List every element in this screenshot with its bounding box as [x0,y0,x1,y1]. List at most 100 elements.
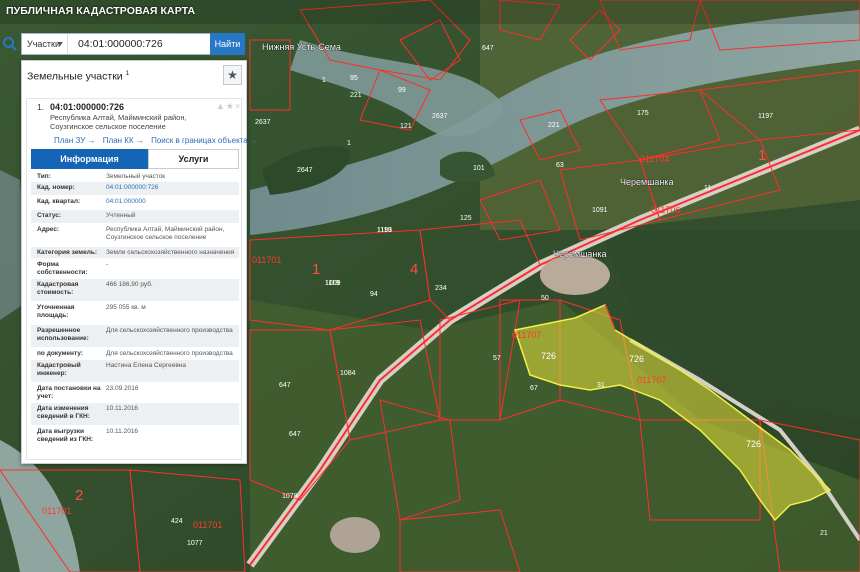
info-value: Земли сельскохозяйственного назначения [106,249,235,256]
info-value: 23.09.2016 [106,385,139,392]
village-label-cheremshanka-2: Черемшанка [553,249,607,259]
svg-text:1078: 1078 [282,493,298,500]
info-key: Кад. квартал: [37,198,81,205]
search-type-label: Участки [27,39,60,49]
info-key: Дата постановки на учет: [37,385,101,400]
info-row-by-document: по документу: Для сельскохозяйственного … [31,348,239,360]
results-count: 1 [125,70,130,77]
close-icon[interactable]: × [235,101,241,111]
info-row-type: Тип: Земельный участок [31,171,239,182]
info-key: Разрешенное использование: [37,327,89,342]
info-value: Земельный участок [106,173,166,180]
cad-quarter-link[interactable]: 04:01:000000 [106,198,238,206]
info-row-category: Категория земель: Земли сельскохозяйстве… [31,247,239,259]
svg-text:234: 234 [435,285,447,292]
info-value: Настина Елена Сергеевна [106,362,186,369]
info-value: 10.11.2016 [106,405,139,412]
info-value: 10.11.2016 [106,428,139,435]
svg-text:121: 121 [400,123,412,130]
info-value: Республика Алтай, Майминский район, Соуз… [106,226,225,241]
search-type-select[interactable]: Участки [22,34,68,54]
svg-text:67: 67 [530,385,538,392]
result-actions[interactable]: ▲★× [216,101,241,112]
info-row-registration-date: Дата постановки на учет: 23.09.2016 [31,383,239,403]
info-row-cad-number: Кад. номер: 04:01:000000:726 [31,182,239,196]
svg-text:1: 1 [322,77,326,84]
svg-text:94: 94 [370,291,378,298]
svg-text:2647: 2647 [297,167,313,174]
quarter-label: 011706 [651,205,680,215]
quarter-big-label: 1 [312,261,320,278]
plan-kk-link[interactable]: План КК → [103,136,144,145]
search-in-bounds-link[interactable]: Поиск в границах объекта → [151,136,258,145]
tab-services[interactable]: Услуги [148,149,239,169]
result-tabs: Информация Услуги [31,149,239,169]
search-button[interactable]: Найти [210,33,245,55]
svg-text:647: 647 [482,45,494,52]
info-row-export-date: Дата выгрузки сведений из ГКН: 10.11.201… [31,426,239,448]
quarry [540,255,610,295]
result-address-line: Республика Алтай, Майминский район, [50,113,187,122]
svg-text:726: 726 [629,354,644,364]
info-key: Статус: [37,212,62,219]
quarter-big-label: 2 [75,487,83,504]
svg-text:726: 726 [746,439,761,449]
info-key: Форма собственности: [37,261,88,276]
info-row-permitted-use: Разрешенное использование: Для сельскохо… [31,325,239,348]
svg-text:31: 31 [597,382,605,389]
info-value: 466 186,90 руб. [106,281,153,288]
result-card[interactable]: 1. 04:01:000000:726 ▲★× Республика Алтай… [26,98,258,460]
quarter-big-label: 4 [410,261,418,278]
svg-text:95: 95 [350,75,358,82]
quarter-label: 011701 [42,506,71,516]
quarter-label: 011701 [252,255,281,265]
info-key: Кад. номер: [37,184,75,191]
svg-text:647: 647 [279,382,291,389]
svg-text:1009: 1009 [325,280,341,287]
cad-number-link[interactable]: 04:01:000000:726 [106,184,238,192]
app-header: ПУБЛИЧНАЯ КАДАСТРОВАЯ КАРТА [0,0,860,24]
village-label-nizhnyaya-ust-sema: Нижняя Усть-Сема [262,42,341,52]
warning-icon[interactable]: ▲ [216,101,226,111]
svg-text:1197: 1197 [758,113,773,120]
info-value: Для сельскохозяйственного производства [106,327,233,334]
search-input[interactable] [72,34,208,54]
village-label-cheremshanka: Черемшанка [620,177,674,187]
tab-info[interactable]: Информация [31,149,148,169]
info-key: Дата выгрузки сведений из ГКН: [37,428,94,443]
info-key: по документу: [37,350,83,357]
info-value: 295 055 кв. м [106,304,146,311]
quarter-big-label: 1 [758,147,766,164]
info-key: Адрес: [37,226,60,233]
info-key: Категория земель: [37,249,98,256]
info-row-status: Статус: Учтенный [31,210,239,224]
info-row-ownership: Форма собственности: - [31,259,239,279]
info-table: Тип: Земельный участок Кад. номер: 04:01… [31,171,239,448]
panel-title: Земельные участки 1 [27,70,129,83]
plan-zu-link[interactable]: План ЗУ → [54,136,96,145]
info-value: - [106,261,109,268]
app-title: ПУБЛИЧНАЯ КАДАСТРОВАЯ КАРТА [6,5,196,17]
info-row-address: Адрес: Республика Алтай, Майминский райо… [31,224,239,247]
svg-text:1084: 1084 [340,370,356,377]
star-icon: ★ [227,68,238,82]
star-icon[interactable]: ★ [226,101,235,111]
svg-text:57: 57 [493,355,501,362]
info-row-cost: Кадастровая стоимость: 466 186,90 руб. [31,279,239,302]
svg-text:50: 50 [541,295,549,302]
info-key: Уточненная площадь: [37,304,75,319]
info-key: Кадастровый инженер: [37,362,81,377]
svg-text:1077: 1077 [187,540,203,547]
results-panel: Земельные участки 1 ★ 1. 04:01:000000:72… [21,60,258,464]
result-index: 1. [37,102,45,112]
info-value: Учтенный [106,212,136,219]
result-cadastral-number[interactable]: 04:01:000000:726 [50,102,124,112]
svg-text:2637: 2637 [255,119,271,126]
bookmark-button[interactable]: ★ [223,65,242,85]
svg-text:2637: 2637 [432,113,448,120]
svg-text:21: 21 [820,530,828,537]
search-icon[interactable] [2,36,18,52]
svg-text:101: 101 [473,165,485,172]
svg-text:726: 726 [541,351,556,361]
info-key: Тип: [37,173,51,180]
